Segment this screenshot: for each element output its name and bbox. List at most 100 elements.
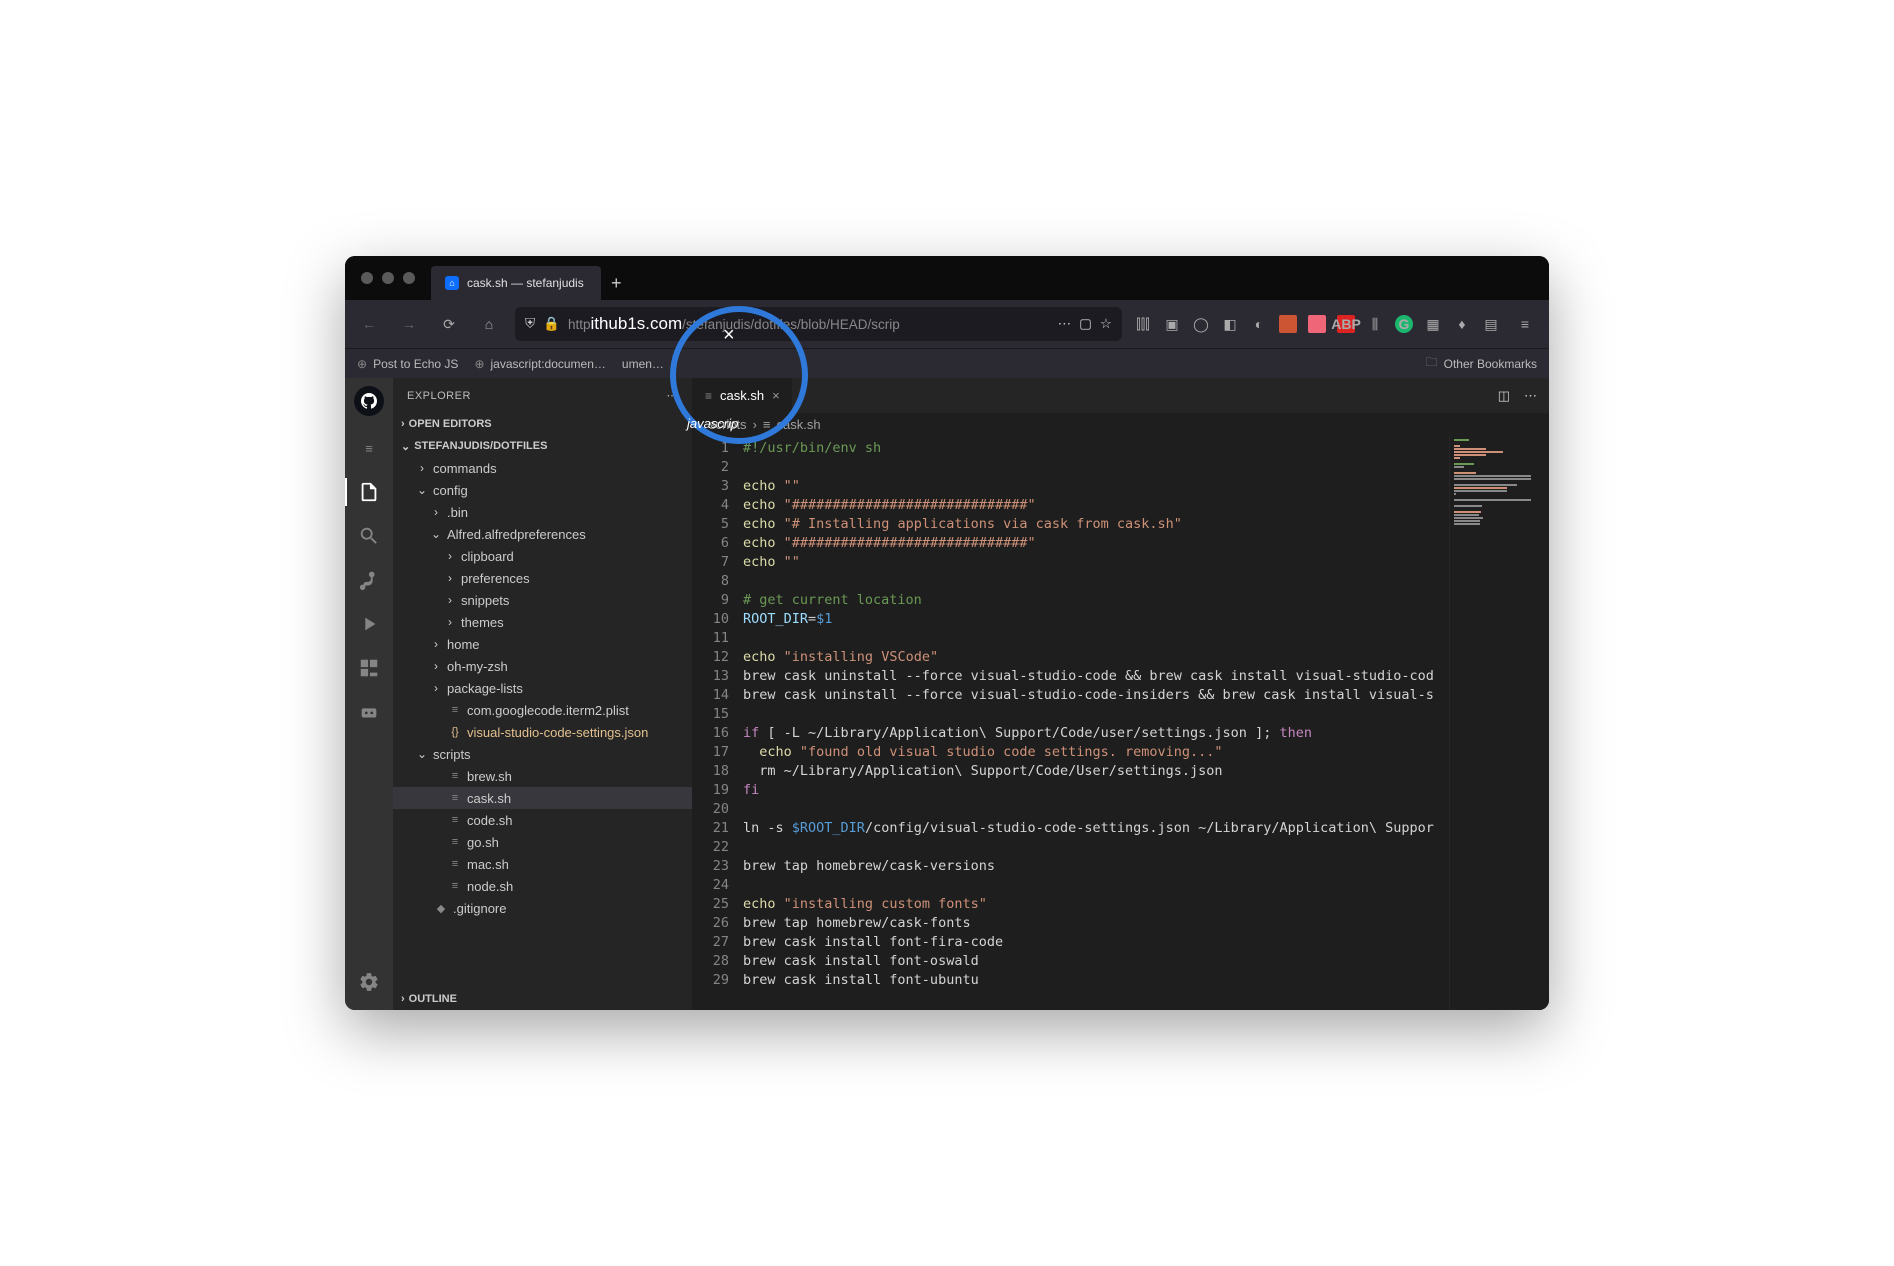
file-row[interactable]: ≡go.sh bbox=[393, 831, 692, 853]
ext-icon[interactable]: ◐ bbox=[1250, 315, 1268, 333]
bookmark-item[interactable]: ⊕Post to Echo JS bbox=[357, 357, 458, 371]
ext-icon[interactable] bbox=[1308, 315, 1326, 333]
section-project[interactable]: ⌄ STEFANJUDIS/DOTFILES bbox=[393, 435, 692, 457]
annotation-text: javascrip bbox=[687, 416, 738, 431]
tree-item-label: code.sh bbox=[467, 813, 513, 828]
sidebar-header: EXPLORER ⋯ bbox=[393, 378, 692, 413]
chevron-icon: › bbox=[443, 549, 457, 563]
ext-icon[interactable]: ◧ bbox=[1221, 315, 1239, 333]
ext-icon[interactable] bbox=[1279, 315, 1297, 333]
bookmark-item[interactable]: umen… bbox=[622, 357, 664, 371]
file-row[interactable]: ≡node.sh bbox=[393, 875, 692, 897]
bookmark-star-icon[interactable]: ☆ bbox=[1100, 316, 1112, 332]
folder-row[interactable]: ›preferences bbox=[393, 567, 692, 589]
file-row[interactable]: ≡com.googlecode.iterm2.plist bbox=[393, 699, 692, 721]
window-controls[interactable] bbox=[345, 272, 431, 284]
file-row[interactable]: {}visual-studio-code-settings.json bbox=[393, 721, 692, 743]
home-button[interactable]: ⌂ bbox=[475, 310, 503, 338]
file-row[interactable]: ◆.gitignore bbox=[393, 897, 692, 919]
chevron-icon: › bbox=[415, 461, 429, 475]
lock-icon[interactable]: 🔒 bbox=[543, 316, 560, 332]
explorer-sidebar: EXPLORER ⋯ › OPEN EDITORS ⌄ STEFANJUDIS/… bbox=[393, 378, 693, 1010]
debug-icon[interactable] bbox=[345, 604, 393, 644]
new-tab-button[interactable]: + bbox=[601, 266, 632, 300]
chevron-icon: › bbox=[429, 505, 443, 519]
remote-icon[interactable] bbox=[345, 692, 393, 732]
menu-button[interactable]: ≡ bbox=[1511, 310, 1539, 338]
minimize-window-icon[interactable] bbox=[382, 272, 394, 284]
library-icon[interactable]: ⫿⫿⫿ bbox=[1134, 315, 1152, 333]
section-open-editors[interactable]: › OPEN EDITORS bbox=[393, 413, 692, 435]
folder-row[interactable]: ⌄scripts bbox=[393, 743, 692, 765]
file-tree[interactable]: › commands ⌄config›.bin⌄Alfred.alfredprefe… bbox=[393, 457, 692, 988]
url-text: httpithub1s.com/stefanjudis/dotfiles/blo… bbox=[568, 314, 1050, 334]
maximize-window-icon[interactable] bbox=[403, 272, 415, 284]
folder-row[interactable]: › commands bbox=[393, 457, 692, 479]
folder-row[interactable]: ⌄config bbox=[393, 479, 692, 501]
editor-tab[interactable]: ≡ cask.sh × bbox=[693, 378, 793, 413]
settings-gear-icon[interactable] bbox=[345, 962, 393, 1002]
folder-row[interactable]: ›.bin bbox=[393, 501, 692, 523]
code-content[interactable]: #!/usr/bin/env sh echo ""echo "#########… bbox=[743, 435, 1549, 1010]
source-control-icon[interactable] bbox=[345, 560, 393, 600]
folder-row[interactable]: › oh-my-zsh bbox=[393, 655, 692, 677]
editor-tab-label: cask.sh bbox=[720, 388, 764, 403]
minimap[interactable] bbox=[1449, 435, 1549, 1010]
abp-icon[interactable]: ABP bbox=[1337, 315, 1355, 333]
tree-item-label: mac.sh bbox=[467, 857, 509, 872]
folder-row[interactable]: ›themes bbox=[393, 611, 692, 633]
reader-icon[interactable]: ▢ bbox=[1079, 316, 1092, 332]
code-editor[interactable]: 1234567891011121314151617181920212223242… bbox=[693, 435, 1549, 1010]
file-row[interactable]: ≡code.sh bbox=[393, 809, 692, 831]
section-outline[interactable]: › OUTLINE bbox=[393, 988, 692, 1010]
tree-item-label: commands bbox=[433, 461, 497, 476]
file-icon: ≡ bbox=[447, 858, 463, 870]
close-window-icon[interactable] bbox=[361, 272, 373, 284]
sidebar-icon[interactable]: ▣ bbox=[1163, 315, 1181, 333]
extensions-icon[interactable] bbox=[345, 648, 393, 688]
file-row[interactable]: ≡ mac.sh bbox=[393, 853, 692, 875]
chevron-icon: › bbox=[429, 659, 443, 673]
tree-item-label: cask.sh bbox=[467, 791, 511, 806]
tree-item-label: snippets bbox=[461, 593, 509, 608]
account-icon[interactable]: ◯ bbox=[1192, 315, 1210, 333]
file-row[interactable]: ≡ cask.sh bbox=[393, 787, 692, 809]
split-icon[interactable]: ◫ bbox=[1498, 388, 1510, 404]
file-row[interactable]: ≡brew.sh bbox=[393, 765, 692, 787]
menu-icon[interactable]: ≡ bbox=[345, 428, 393, 468]
browser-window: ⌂ cask.sh — stefanjudis + ← → ⟳ ⌂ ⛨ 🔒 ht… bbox=[345, 256, 1549, 1010]
chevron-right-icon: › bbox=[401, 993, 405, 1005]
chevron-icon: › bbox=[443, 571, 457, 585]
folder-row[interactable]: ›package-lists bbox=[393, 677, 692, 699]
other-bookmarks-button[interactable]: 🗀Other Bookmarks bbox=[1426, 353, 1537, 374]
grammarly-icon[interactable]: G bbox=[1395, 315, 1413, 333]
github-logo-icon[interactable] bbox=[354, 386, 384, 416]
ext-icon[interactable]: ⫼ bbox=[1366, 315, 1384, 333]
tree-item-label: scripts bbox=[433, 747, 471, 762]
tree-item-label: oh-my-zsh bbox=[447, 659, 508, 674]
forward-button[interactable]: → bbox=[395, 310, 423, 338]
bookmark-item[interactable]: ⊕javascript:documen… bbox=[474, 357, 605, 371]
folder-row[interactable]: ›snippets bbox=[393, 589, 692, 611]
address-bar[interactable]: ⛨ 🔒 httpithub1s.com/stefanjudis/dotfiles… bbox=[515, 307, 1122, 341]
ext-icon[interactable]: ♦ bbox=[1453, 315, 1471, 333]
chevron-icon: ⌄ bbox=[429, 527, 443, 541]
more-icon[interactable]: ⋯ bbox=[1524, 388, 1537, 404]
more-icon[interactable]: ⋯ bbox=[667, 389, 679, 402]
ext-icon[interactable]: ▦ bbox=[1424, 315, 1442, 333]
editor-area: ≡ cask.sh × ◫ ⋯ scripts › ≡ cask.sh 1234… bbox=[693, 378, 1549, 1010]
close-icon[interactable]: × bbox=[772, 388, 780, 403]
shield-icon[interactable]: ⛨ bbox=[525, 316, 535, 332]
breadcrumbs[interactable]: scripts › ≡ cask.sh bbox=[693, 413, 1549, 435]
folder-row[interactable]: ›home bbox=[393, 633, 692, 655]
back-button[interactable]: ← bbox=[355, 310, 383, 338]
folder-row[interactable]: ⌄Alfred.alfredpreferences bbox=[393, 523, 692, 545]
more-icon[interactable]: ⋯ bbox=[1058, 316, 1072, 332]
folder-row[interactable]: ›clipboard bbox=[393, 545, 692, 567]
reload-button[interactable]: ⟳ bbox=[435, 310, 463, 338]
browser-tab[interactable]: ⌂ cask.sh — stefanjudis bbox=[431, 266, 601, 300]
search-icon[interactable] bbox=[345, 516, 393, 556]
explorer-icon[interactable] bbox=[345, 472, 393, 512]
ext-icon[interactable]: ▤ bbox=[1482, 315, 1500, 333]
file-icon: ≡ bbox=[447, 792, 463, 804]
